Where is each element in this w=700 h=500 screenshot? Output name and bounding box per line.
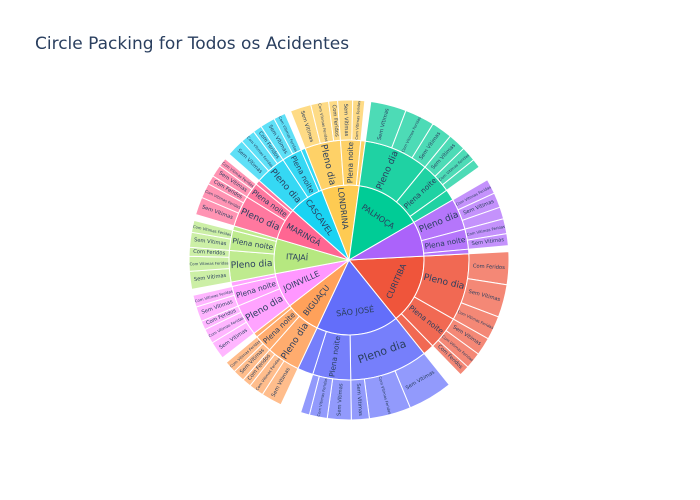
sector-label: Plena noite <box>346 141 356 183</box>
sunburst-chart: CURITIBA Pleno diaCom FeridosSem VítimasC… <box>188 99 510 421</box>
sector-label: Sem Vítimas <box>342 104 350 137</box>
sector-label: Com Vítimas Feridas <box>190 260 229 266</box>
